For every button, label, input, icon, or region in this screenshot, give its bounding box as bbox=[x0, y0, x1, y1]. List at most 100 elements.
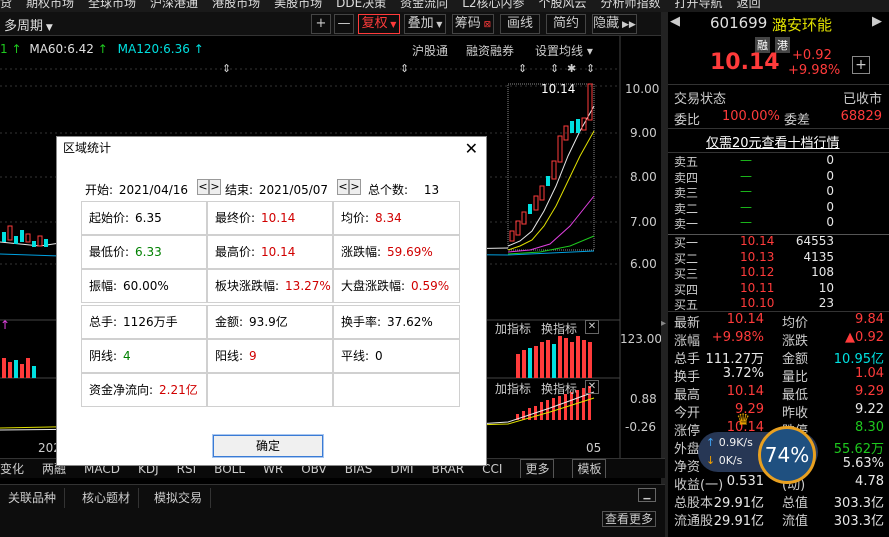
stat-label: 涨幅 bbox=[674, 334, 701, 349]
top-menu-item[interactable]: 贷 bbox=[0, 0, 12, 9]
top-menu-item[interactable]: 港股市场 bbox=[212, 0, 260, 9]
add-indicator-link[interactable]: 加指标 bbox=[495, 380, 531, 397]
next-stock-icon[interactable]: ▶ bbox=[872, 14, 882, 29]
top-menu-item[interactable]: 打开导航 bbox=[675, 0, 723, 9]
view-more-button[interactable]: 查看更多 bbox=[602, 511, 656, 527]
buy-level-row: 买二 10.13 4135 bbox=[672, 250, 884, 266]
price-tick: 9.00 bbox=[630, 126, 657, 140]
stat-label: 最低 bbox=[782, 388, 809, 403]
stat-row: 今开 9.29 昨收 9.22 bbox=[672, 402, 884, 421]
stat-label: 最高 bbox=[674, 388, 701, 403]
swap-indicator-link[interactable]: 换指标 bbox=[541, 320, 577, 337]
hide-button[interactable]: 隐藏 ▶▶ bbox=[592, 14, 637, 34]
tab-core-themes[interactable]: 核心题材 bbox=[74, 488, 140, 508]
top-menu-item[interactable]: 期权市场 bbox=[26, 0, 74, 9]
level-volume: 0 bbox=[826, 184, 834, 198]
stat-row: 总股本 29.91亿 总值 303.3亿 bbox=[672, 492, 884, 511]
level-volume: 0 bbox=[826, 199, 834, 214]
level-price: — bbox=[740, 184, 752, 198]
stat-cell-value: 6.35 bbox=[135, 211, 162, 225]
start-date: 2021/04/16 bbox=[118, 183, 189, 197]
level-label: 买一 bbox=[674, 236, 699, 250]
stat-cell-value: 93.9亿 bbox=[249, 315, 288, 329]
stat-value: 10.14 bbox=[726, 312, 764, 327]
close-panel-icon[interactable]: ✕ bbox=[585, 320, 599, 334]
candles-selected bbox=[509, 83, 593, 242]
top-menu-item[interactable]: 沪深港通 bbox=[150, 0, 198, 9]
buy-level-row: 买四 10.11 10 bbox=[672, 280, 884, 297]
marker-icon: ⇕ bbox=[400, 62, 410, 75]
stat-cell: 平线: 0 bbox=[333, 339, 460, 373]
indicator-tab[interactable]: 变化 bbox=[0, 460, 24, 478]
upload-speed: ↑ 0.9K/s bbox=[706, 436, 753, 449]
stat-cell-label: 最高价: bbox=[215, 245, 256, 259]
end-label: 结束: bbox=[225, 183, 254, 197]
stat-cell-label: 资金净流向: bbox=[89, 383, 154, 397]
period-selector[interactable]: 多周期 ▼ bbox=[4, 15, 53, 34]
level-price: — bbox=[740, 153, 752, 167]
top-menu-item[interactable]: 资金流向 bbox=[400, 0, 448, 9]
collapse-footer-icon[interactable]: ▁ bbox=[638, 488, 656, 502]
overlay-button[interactable]: 叠加 ▼ bbox=[404, 14, 446, 34]
add-watchlist-icon[interactable]: + bbox=[852, 56, 870, 74]
stat-cell-value: 9 bbox=[249, 349, 257, 363]
brief-button[interactable]: 简约 bbox=[546, 14, 586, 34]
swap-indicator-link[interactable]: 换指标 bbox=[541, 380, 577, 397]
top-menu-item[interactable]: 个股风云 bbox=[539, 0, 587, 9]
stat-cell: 阴线: 4 bbox=[81, 339, 207, 373]
level-label: 卖一 bbox=[674, 217, 699, 231]
memory-gauge[interactable]: 74% bbox=[758, 426, 816, 484]
overlay-label: 叠加 bbox=[407, 16, 434, 31]
stat-cell-label: 金额: bbox=[215, 315, 244, 329]
add-indicator-link[interactable]: 加指标 bbox=[495, 320, 531, 337]
draw-line-button[interactable]: 画线 bbox=[500, 14, 540, 34]
sell-level-row: 卖一 — 0 bbox=[672, 215, 884, 231]
start-next-button[interactable]: > bbox=[209, 179, 221, 195]
dialog-close-button[interactable]: ✕ bbox=[465, 139, 478, 158]
order-ratio-row: 委比 100.00% 委差 68829 bbox=[672, 109, 884, 128]
top-menu-item[interactable]: 美股市场 bbox=[274, 0, 322, 9]
quote-panel: ◀ 601699 潞安环能 ▶ 融 港 10.14 +0.92 +9.98% +… bbox=[668, 12, 889, 537]
stat-cell: 涨跌幅: 59.69% bbox=[333, 235, 460, 269]
top-menu-item[interactable]: 全球市场 bbox=[88, 0, 136, 9]
stat-value: 303.3亿 bbox=[833, 496, 884, 511]
prev-stock-icon[interactable]: ◀ bbox=[670, 14, 680, 29]
stat-cell-label: 振幅: bbox=[89, 279, 118, 293]
top-menu-bar: 贷 期权市场 全球市场 沪深港通 港股市场 美股市场 DDE决策 资金流向 L2核心内参 个股风云… bbox=[0, 0, 889, 12]
top-menu-item[interactable]: 分析师指数 bbox=[601, 0, 661, 9]
selection-box bbox=[507, 83, 595, 251]
stat-label: 昨收 bbox=[782, 406, 809, 421]
wc-value: 68829 bbox=[840, 109, 882, 124]
stat-cell-label: 阴线: bbox=[89, 349, 118, 363]
buy-level-row: 买五 10.10 23 bbox=[672, 296, 884, 312]
close-panel-icon[interactable]: ✕ bbox=[585, 380, 599, 394]
stat-cell-label: 起始价: bbox=[89, 211, 130, 225]
vip-crown-icon: ♛ bbox=[736, 410, 751, 429]
level-volume: 0 bbox=[826, 153, 834, 167]
chip-button[interactable]: 筹码 ⊠ bbox=[452, 14, 494, 34]
end-prev-button[interactable]: < bbox=[337, 179, 349, 195]
stat-cell: 最低价: 6.33 bbox=[81, 235, 207, 269]
fuquan-button[interactable]: 复权 ▼ bbox=[358, 14, 400, 34]
ten-level-link[interactable]: 仅需20元查看十档行情 bbox=[706, 132, 840, 151]
top-menu-item[interactable]: DDE决策 bbox=[336, 0, 386, 9]
start-prev-button[interactable]: < bbox=[197, 179, 209, 195]
tab-simulated-trading[interactable]: 模拟交易 bbox=[146, 488, 212, 508]
tab-related-products[interactable]: 关联品种 bbox=[0, 488, 66, 508]
top-menu-item[interactable]: L2核心内参 bbox=[462, 0, 524, 9]
stat-cell-value: 60.00% bbox=[123, 279, 169, 293]
marker-icon: ⇕ bbox=[586, 62, 596, 75]
zoom-in-button[interactable]: + bbox=[311, 14, 331, 34]
stat-cell-label: 平线: bbox=[341, 349, 370, 363]
price-tick: 6.00 bbox=[630, 257, 657, 271]
zoom-out-button[interactable]: — bbox=[334, 14, 354, 34]
total-label: 总个数: bbox=[368, 183, 409, 197]
top-menu-item[interactable]: 返回 bbox=[737, 0, 761, 9]
ok-button[interactable]: 确定 bbox=[212, 434, 324, 458]
end-next-button[interactable]: > bbox=[349, 179, 361, 195]
indicator-tab[interactable]: 模板 bbox=[572, 459, 607, 478]
stat-label: 最新 bbox=[674, 316, 701, 331]
indicator-tab[interactable]: 更多 bbox=[520, 459, 555, 478]
level-volume: 10 bbox=[818, 280, 834, 295]
stat-cell-label: 最终价: bbox=[215, 211, 256, 225]
